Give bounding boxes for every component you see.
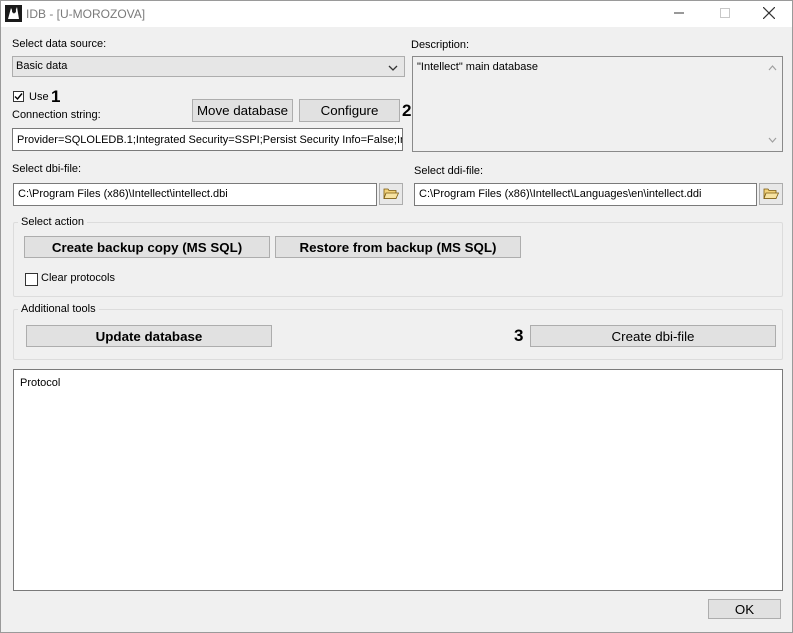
additional-tools-title: Additional tools [18, 303, 99, 315]
ddi-file-field[interactable]: C:\Program Files (x86)\Intellect\Languag… [414, 183, 757, 206]
minimize-icon [674, 8, 684, 21]
clear-protocols-checkbox[interactable] [25, 273, 38, 286]
chevron-down-icon [388, 63, 398, 75]
marker-1: 1 [51, 87, 61, 106]
protocol-area[interactable]: Protocol [13, 369, 783, 591]
app-icon [5, 5, 22, 22]
scroll-up-icon[interactable] [768, 62, 777, 74]
folder-open-icon [383, 186, 400, 203]
ddi-file-label: Select ddi-file: [414, 165, 484, 177]
description-label: Description: [411, 39, 470, 51]
select-action-group [13, 222, 783, 297]
folder-open-icon [763, 186, 780, 203]
use-checkbox[interactable] [13, 91, 24, 102]
clear-protocols-label: Clear protocols [41, 272, 115, 284]
idb-window: IDB - [U-MOROZOVA] Select data source: B… [0, 0, 793, 633]
close-button[interactable] [746, 1, 792, 27]
marker-2: 2 [402, 101, 412, 120]
dbi-browse-button[interactable] [379, 183, 403, 205]
minimize-button[interactable] [656, 1, 702, 27]
move-database-button[interactable]: Move database [192, 99, 293, 122]
data-source-value: Basic data [16, 60, 68, 72]
create-backup-button[interactable]: Create backup copy (MS SQL) [24, 236, 270, 258]
maximize-icon [720, 7, 730, 21]
dbi-file-label: Select dbi-file: [12, 163, 82, 175]
maximize-button[interactable] [702, 1, 748, 27]
dbi-file-field[interactable]: C:\Program Files (x86)\Intellect\intelle… [13, 183, 377, 206]
data-source-label: Select data source: [12, 38, 107, 50]
window-title: IDB - [U-MOROZOVA] [26, 7, 146, 21]
update-database-button[interactable]: Update database [26, 325, 272, 347]
select-action-title: Select action [18, 216, 87, 228]
description-text: "Intellect" main database [417, 61, 538, 73]
ok-button[interactable]: OK [708, 599, 781, 619]
marker-3: 3 [514, 326, 524, 345]
close-icon [762, 6, 776, 22]
ddi-browse-button[interactable] [759, 183, 783, 205]
configure-button[interactable]: Configure [299, 99, 400, 122]
restore-backup-button[interactable]: Restore from backup (MS SQL) [275, 236, 521, 258]
connection-string-field[interactable]: Provider=SQLOLEDB.1;Integrated Security=… [12, 128, 403, 151]
data-source-select[interactable]: Basic data [12, 56, 405, 77]
use-checkbox-label: Use [29, 91, 49, 103]
connection-string-label: Connection string: [12, 109, 101, 121]
create-dbi-button[interactable]: Create dbi-file [530, 325, 776, 347]
protocol-text: Protocol [20, 377, 61, 389]
description-field[interactable]: "Intellect" main database [412, 56, 783, 152]
scroll-down-icon[interactable] [768, 134, 777, 146]
title-bar: IDB - [U-MOROZOVA] [1, 1, 792, 27]
